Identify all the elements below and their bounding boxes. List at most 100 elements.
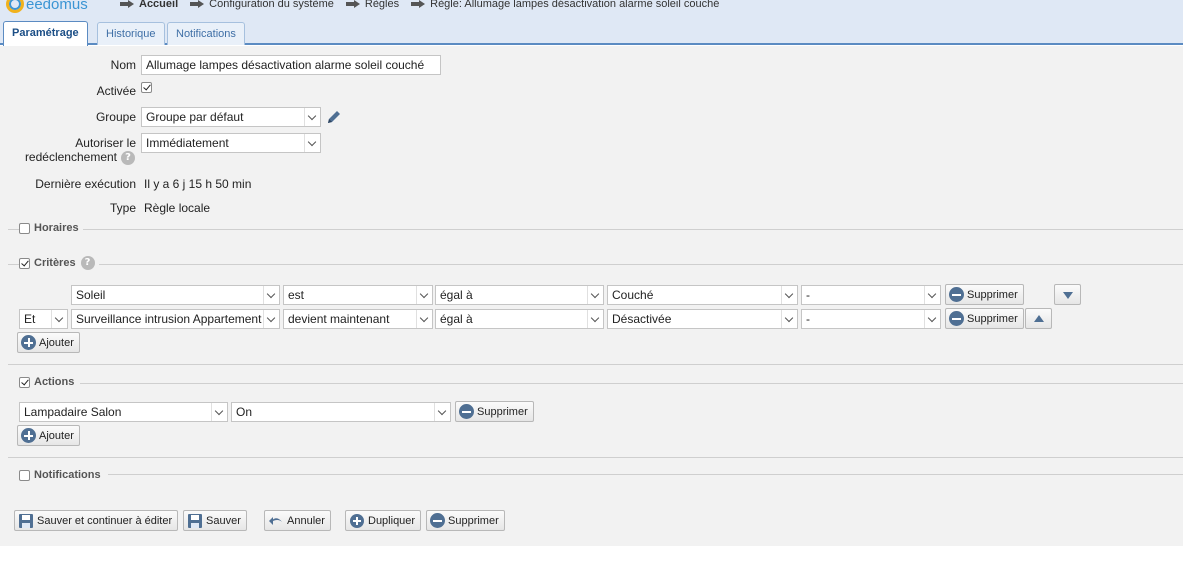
action-value-text: On [236, 405, 253, 419]
breadcrumb-item-regles[interactable]: Règles [345, 0, 399, 10]
arrow-right-icon [120, 0, 134, 8]
section-actions[interactable]: Actions [19, 376, 79, 388]
criterion-operator-select[interactable]: égal à [435, 285, 604, 305]
groupe-select-value: Groupe par défaut [146, 110, 244, 124]
actions-checkbox[interactable] [19, 376, 30, 388]
section-criteres[interactable]: Critères ? [19, 256, 99, 270]
move-up-button[interactable] [1025, 308, 1052, 329]
chevron-down-icon [587, 286, 603, 304]
arrow-up-icon [1034, 315, 1044, 322]
criterion-device-value: Surveillance intrusion Appartement [76, 312, 262, 326]
activee-checkbox[interactable] [141, 82, 152, 93]
minus-circle-icon [949, 287, 964, 302]
action-device-select[interactable]: Lampadaire Salon [19, 402, 228, 422]
criterion-extra-select[interactable]: - [801, 285, 941, 305]
save-button[interactable]: Sauver [183, 510, 247, 531]
action-value-select[interactable]: On [231, 402, 451, 422]
criterion-value-select[interactable]: Couché [607, 285, 798, 305]
notifications-checkbox[interactable] [19, 469, 30, 481]
add-label: Ajouter [39, 336, 74, 349]
save-continue-button[interactable]: Sauver et continuer à éditer [14, 510, 179, 531]
autoriser-label-line1: Autoriser le [75, 136, 136, 150]
edit-pencil-icon[interactable] [325, 108, 343, 126]
criterion-connector-select[interactable]: Et [19, 309, 68, 329]
criterion-extra-select[interactable]: - [801, 309, 941, 329]
section-notifications[interactable]: Notifications [19, 469, 105, 481]
chevron-down-icon [781, 310, 797, 328]
criterion-device-select[interactable]: Soleil [71, 285, 280, 305]
criterion-device-select[interactable]: Surveillance intrusion Appartement [71, 309, 280, 329]
logo-ring-icon [6, 0, 24, 13]
add-action-button[interactable]: Ajouter [17, 425, 80, 446]
criterion-extra-value: - [806, 312, 810, 326]
groupe-select[interactable]: Groupe par défaut [141, 107, 321, 127]
section-divider [80, 383, 1183, 384]
save-label: Sauver [206, 514, 241, 527]
help-icon[interactable]: ? [121, 151, 135, 165]
chevron-down-icon [587, 310, 603, 328]
eedomus-logo[interactable]: eedomus [6, 0, 88, 14]
action-device-value: Lampadaire Salon [24, 405, 122, 419]
duplicate-icon [350, 513, 364, 528]
section-horaires[interactable]: Horaires [19, 222, 83, 234]
tab-parametrage[interactable]: Paramétrage [3, 21, 88, 47]
autoriser-label-line2: redéclenchement [24, 150, 117, 164]
help-icon[interactable]: ? [80, 256, 95, 270]
criterion-delete-button[interactable]: Supprimer [945, 284, 1024, 305]
criterion-extra-value: - [806, 288, 810, 302]
minus-circle-icon [949, 311, 964, 326]
duplicate-button[interactable]: Dupliquer [345, 510, 422, 531]
add-criterion-button[interactable]: Ajouter [17, 332, 80, 353]
chevron-down-icon [304, 134, 320, 152]
arrow-right-icon [411, 0, 426, 8]
breadcrumb-label: Configuration du système [209, 0, 334, 10]
arrow-right-icon [190, 0, 205, 8]
redeclenchement-select[interactable]: Immédiatement [141, 133, 321, 153]
chevron-down-icon [924, 310, 940, 328]
chevron-down-icon [263, 310, 279, 328]
chevron-down-icon [434, 403, 450, 421]
chevron-down-icon [51, 310, 67, 328]
criterion-operator-select[interactable]: égal à [435, 309, 604, 329]
section-notifications-label: Notifications [34, 469, 101, 481]
criterion-value-text: Couché [612, 288, 654, 302]
logo-text: eedomus [26, 0, 88, 13]
rule-form-panel: Nom Allumage lampes désactivation alarme… [0, 46, 1183, 546]
tab-historique[interactable]: Historique [97, 22, 165, 45]
plus-circle-icon [21, 428, 36, 443]
cancel-button[interactable]: Annuler [264, 510, 331, 531]
section-divider [8, 364, 1183, 365]
add-label: Ajouter [39, 429, 74, 442]
type-value: Règle locale [144, 201, 211, 215]
chevron-down-icon [416, 286, 432, 304]
delete-rule-label: Supprimer [448, 514, 499, 527]
criterion-device-value: Soleil [76, 288, 106, 302]
horaires-checkbox[interactable] [19, 222, 30, 234]
move-down-button[interactable] [1054, 284, 1081, 305]
delete-label: Supprimer [967, 288, 1018, 301]
nom-label: Nom [110, 58, 136, 72]
save-continue-label: Sauver et continuer à éditer [37, 514, 173, 527]
section-divider [108, 474, 1183, 475]
action-delete-button[interactable]: Supprimer [455, 401, 534, 422]
criterion-delete-button[interactable]: Supprimer [945, 308, 1024, 329]
section-horaires-label: Horaires [34, 222, 79, 234]
section-divider [8, 264, 1183, 265]
criterion-verb-value: est [288, 288, 305, 302]
nom-input[interactable]: Allumage lampes désactivation alarme sol… [141, 55, 441, 75]
delete-rule-button[interactable]: Supprimer [426, 510, 505, 531]
tab-notifications[interactable]: Notifications [167, 22, 245, 45]
criteres-checkbox[interactable] [19, 257, 30, 269]
tab-bar: Paramétrage Historique Notifications [0, 14, 1183, 47]
criterion-verb-select[interactable]: est [283, 285, 433, 305]
breadcrumb-item-configuration[interactable]: Configuration du système [190, 0, 334, 10]
breadcrumb-item-current-rule: Règle: Allumage lampes désactivation ala… [411, 0, 719, 10]
criterion-value-select[interactable]: Désactivée [607, 309, 798, 329]
section-actions-label: Actions [34, 376, 75, 388]
criterion-operator-value: égal à [440, 312, 473, 326]
section-divider [8, 457, 1183, 458]
chevron-down-icon [211, 403, 227, 421]
criterion-verb-select[interactable]: devient maintenant [283, 309, 433, 329]
delete-label: Supprimer [967, 312, 1018, 325]
breadcrumb-item-accueil[interactable]: Accueil [120, 0, 178, 10]
